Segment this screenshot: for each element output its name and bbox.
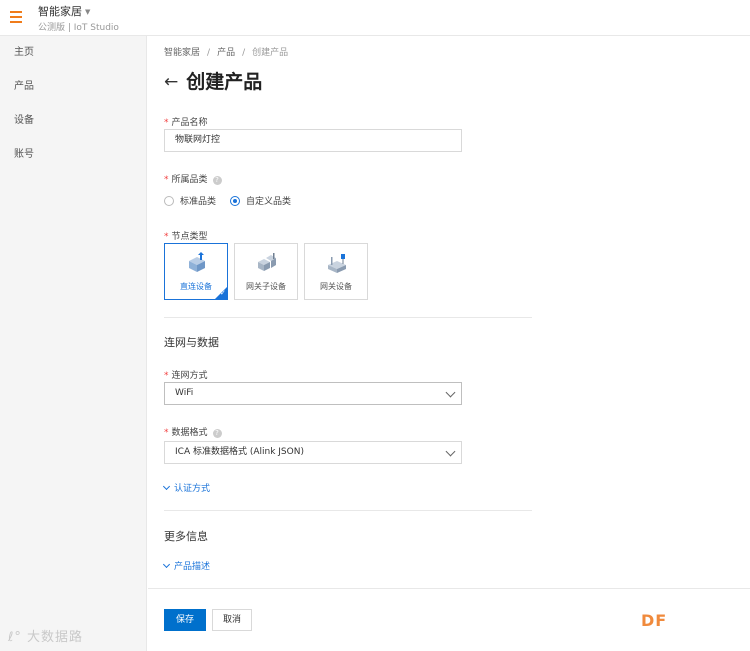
node-card-gateway-subdevice[interactable]: 网关子设备	[234, 243, 298, 300]
gateway-subdevice-icon	[258, 253, 276, 271]
sidebar: 主页 产品 设备 账号	[0, 36, 147, 651]
required-mark: *	[164, 175, 169, 185]
direct-device-icon	[189, 252, 205, 272]
chevron-down-icon	[162, 560, 171, 569]
caret-down-icon: ▼	[85, 8, 91, 16]
sidebar-item-accounts[interactable]: 账号	[0, 138, 146, 172]
radio-button[interactable]	[230, 195, 241, 206]
auth-method-toggle[interactable]: 认证方式	[162, 481, 210, 494]
network-section-title: 连网与数据	[164, 336, 219, 349]
sidebar-item-products[interactable]: 产品	[0, 70, 146, 104]
footer-divider	[148, 588, 750, 589]
project-title: 智能家居	[38, 5, 82, 18]
network-method-select[interactable]: WiFi	[164, 382, 462, 405]
more-info-section-title: 更多信息	[164, 530, 208, 543]
chevron-down-icon	[445, 387, 456, 398]
breadcrumb-item-project[interactable]: 智能家居	[164, 48, 200, 58]
network-method-label: * 连网方式	[164, 371, 208, 381]
product-name-label: * 产品名称	[164, 118, 208, 128]
menu-icon[interactable]	[10, 11, 22, 23]
node-card-label: 网关子设备	[246, 282, 286, 291]
node-card-label: 网关设备	[320, 282, 352, 291]
required-mark: *	[164, 232, 169, 242]
required-mark: *	[164, 371, 169, 381]
help-icon[interactable]: ?	[212, 429, 222, 438]
main-content: 智能家居 / 产品 / 创建产品 ← 创建产品 * 产品名称 物联网灯控 * 所属品类? 标…	[148, 36, 750, 651]
radio-custom-category[interactable]: 自定义品类	[230, 194, 291, 207]
gateway-device-icon	[328, 254, 346, 273]
watermark-icon: ℓ°	[8, 630, 22, 645]
cancel-button[interactable]: 取消	[212, 609, 252, 631]
sidebar-item-home[interactable]: 主页	[0, 36, 146, 70]
page-title: 创建产品	[186, 71, 263, 93]
breadcrumb: 智能家居 / 产品 / 创建产品	[164, 48, 289, 58]
category-radio-group: 标准品类 自定义品类	[164, 194, 305, 207]
node-type-label: * 节点类型	[164, 232, 208, 242]
top-bar: 智能家居 ▼ 公测版 | IoT Studio	[0, 0, 750, 36]
project-subtitle: 公测版 | IoT Studio	[38, 23, 119, 33]
node-card-gateway-device[interactable]: 网关设备	[304, 243, 368, 300]
node-card-direct-device[interactable]: 直连设备	[164, 243, 228, 300]
data-format-label: * 数据格式?	[164, 425, 222, 438]
back-arrow-icon[interactable]: ←	[164, 70, 178, 94]
category-label: * 所属品类?	[164, 172, 222, 185]
product-name-input[interactable]: 物联网灯控	[164, 129, 462, 152]
section-divider	[164, 510, 532, 511]
page-header: ← 创建产品	[164, 70, 262, 94]
help-icon[interactable]: ?	[212, 176, 222, 185]
product-description-toggle[interactable]: 产品描述	[162, 559, 210, 572]
save-button[interactable]: 保存	[164, 609, 206, 631]
watermark-logo: ℓ° 大数据路	[8, 630, 84, 645]
required-mark: *	[164, 428, 169, 438]
data-format-select[interactable]: ICA 标准数据格式 (Alink JSON)	[164, 441, 462, 464]
radio-button[interactable]	[164, 195, 174, 206]
required-mark: *	[164, 118, 169, 128]
radio-standard-category[interactable]: 标准品类	[164, 194, 216, 207]
breadcrumb-item-products[interactable]: 产品	[217, 48, 235, 58]
df-logo: DF	[641, 611, 668, 630]
project-switcher[interactable]: 智能家居 ▼	[38, 3, 90, 19]
breadcrumb-item-current: 创建产品	[252, 48, 289, 58]
selected-check-icon	[215, 287, 227, 299]
section-divider	[164, 317, 532, 318]
sidebar-item-devices[interactable]: 设备	[0, 104, 146, 138]
chevron-down-icon	[445, 446, 456, 457]
node-type-cards: 直连设备 网关子设备 网关设备	[164, 243, 374, 300]
chevron-down-icon	[162, 482, 171, 491]
